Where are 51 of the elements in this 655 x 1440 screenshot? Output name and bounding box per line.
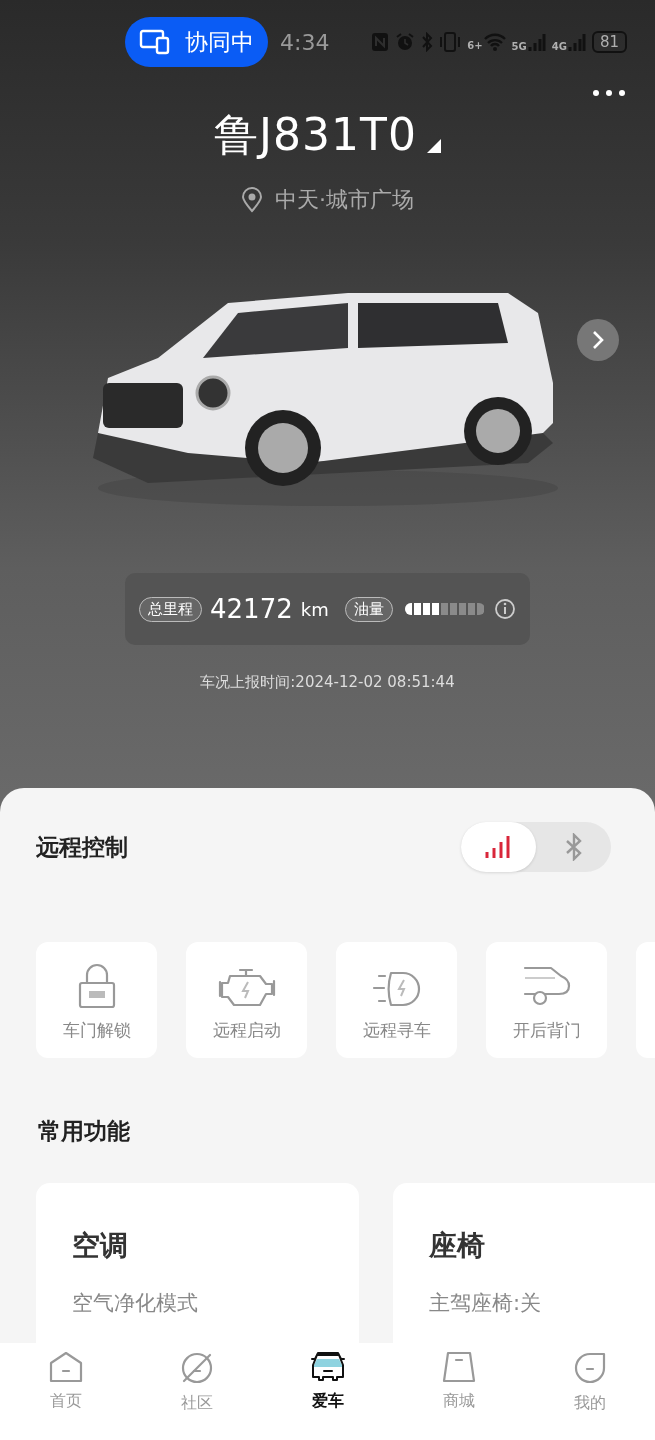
- battery-level: 81: [591, 31, 627, 53]
- collaboration-label: 协同中: [185, 27, 254, 57]
- location-pin-icon: [241, 187, 263, 213]
- mileage-unit: km: [300, 598, 329, 620]
- function-card[interactable]: 空调 空气净化模式: [36, 1183, 359, 1343]
- padlock-icon: [76, 963, 117, 1009]
- info-icon[interactable]: [494, 598, 516, 620]
- signal-icon: [527, 32, 546, 52]
- dropdown-icon[interactable]: [426, 139, 441, 153]
- tab-bar-item[interactable]: 首页: [0, 1351, 131, 1440]
- license-plate[interactable]: 鲁J831T0: [214, 106, 417, 165]
- tab-bar-item[interactable]: 我的: [524, 1351, 655, 1440]
- signal-icon: [567, 32, 586, 52]
- section-title: 常用功能: [38, 1117, 131, 1146]
- network-label: 5G: [511, 41, 527, 52]
- nfc-icon: [371, 32, 390, 52]
- network-label: 4G: [551, 41, 567, 52]
- car-icon: [308, 1351, 347, 1383]
- function-card[interactable]: 座椅 主驾座椅:关: [393, 1183, 655, 1343]
- tab-bar-item[interactable]: 社区: [131, 1351, 262, 1440]
- card-title: 空调: [72, 1228, 129, 1264]
- control-tile[interactable]: 远程启动: [186, 942, 307, 1058]
- mileage-tag: 总里程: [139, 596, 202, 622]
- section-title: 远程控制: [36, 832, 128, 862]
- location-text: 中天·城市广场: [275, 186, 414, 214]
- vibrate-icon: [439, 32, 462, 52]
- wifi-icon: [483, 33, 506, 51]
- control-tile[interactable]: 开后背门: [486, 942, 607, 1058]
- card-title: 座椅: [429, 1228, 486, 1264]
- devices-icon: [139, 29, 171, 55]
- home-icon: [48, 1351, 83, 1383]
- clock-time: 4:34: [280, 29, 330, 55]
- report-time: 车况上报时间:2024-12-02 08:51:44: [199, 673, 456, 692]
- card-subtitle: 空气净化模式: [72, 1290, 199, 1317]
- connection-mode-option[interactable]: [461, 822, 536, 872]
- chevron-right-icon: [592, 330, 604, 350]
- bluetooth-icon: [421, 32, 434, 52]
- bag-icon: [441, 1351, 476, 1383]
- tab-bar-item[interactable]: 商城: [393, 1351, 524, 1440]
- wifi-label: 6+: [467, 40, 483, 51]
- mileage-value: 42172: [210, 594, 293, 624]
- control-tile[interactable]: 车门解锁: [36, 942, 157, 1058]
- alarm-icon: [395, 32, 416, 52]
- tab-bar-item[interactable]: 爱车: [262, 1351, 393, 1440]
- next-button[interactable]: [577, 319, 619, 361]
- collaboration-pill[interactable]: 协同中: [125, 17, 268, 67]
- fuel-tag: 油量: [344, 596, 393, 622]
- card-subtitle: 主驾座椅:关: [429, 1290, 543, 1317]
- control-tile[interactable]: 远程寻车: [336, 942, 457, 1058]
- engine-icon: [217, 967, 276, 1009]
- more-icon[interactable]: [593, 90, 625, 96]
